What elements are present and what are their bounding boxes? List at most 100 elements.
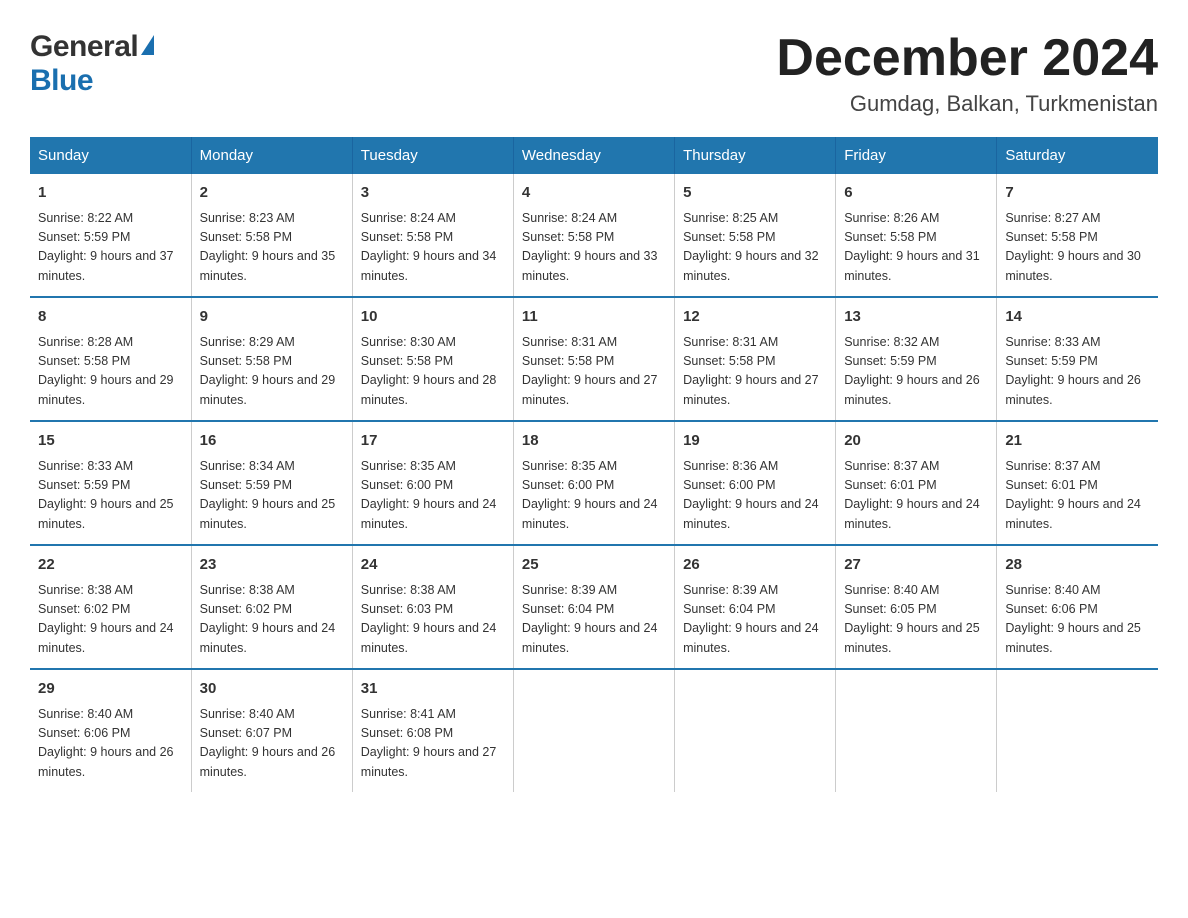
day-number: 3 xyxy=(361,182,505,205)
calendar-day-cell: 1 Sunrise: 8:22 AMSunset: 5:59 PMDaylight… xyxy=(30,174,191,297)
calendar-day-cell: 8 Sunrise: 8:28 AMSunset: 5:58 PMDaylight… xyxy=(30,297,191,421)
logo-blue-text: Blue xyxy=(30,64,93,97)
calendar-day-cell: 14 Sunrise: 8:33 AMSunset: 5:59 PMDayligh… xyxy=(997,297,1158,421)
calendar-day-cell xyxy=(997,669,1158,792)
day-number: 6 xyxy=(844,182,988,205)
calendar-day-cell xyxy=(513,669,674,792)
calendar-day-cell: 4Sunrise: 8:24 AMSunset: 5:58 PMDaylight… xyxy=(513,174,674,297)
day-info: Sunrise: 8:41 AMSunset: 6:08 PMDaylight:… xyxy=(361,705,505,783)
day-info: Sunrise: 8:38 AMSunset: 6:02 PMDaylight:… xyxy=(38,581,183,659)
day-number: 1 xyxy=(38,182,183,205)
day-info: Sunrise: 8:34 AMSunset: 5:59 PMDaylight:… xyxy=(200,457,344,535)
calendar-week-row: 15 Sunrise: 8:33 AMSunset: 5:59 PMDayligh… xyxy=(30,421,1158,545)
day-number: 15 xyxy=(38,430,183,453)
day-info: Sunrise: 8:38 AMSunset: 6:03 PMDaylight:… xyxy=(361,581,505,659)
day-info: Sunrise: 8:31 AMSunset: 5:58 PMDaylight:… xyxy=(683,333,827,411)
day-number: 18 xyxy=(522,430,666,453)
calendar-day-cell: 9 Sunrise: 8:29 AMSunset: 5:58 PMDaylight… xyxy=(191,297,352,421)
calendar-day-cell: 13 Sunrise: 8:32 AMSunset: 5:59 PMDayligh… xyxy=(836,297,997,421)
day-info: Sunrise: 8:27 AMSunset: 5:58 PMDaylight:… xyxy=(1005,209,1150,287)
day-number: 22 xyxy=(38,554,183,577)
day-number: 10 xyxy=(361,306,505,329)
day-info: Sunrise: 8:29 AMSunset: 5:58 PMDaylight:… xyxy=(200,333,344,411)
day-number: 9 xyxy=(200,306,344,329)
calendar-day-cell: 29 Sunrise: 8:40 AMSunset: 6:06 PMDayligh… xyxy=(30,669,191,792)
day-number: 30 xyxy=(200,678,344,701)
day-number: 24 xyxy=(361,554,505,577)
day-info: Sunrise: 8:37 AMSunset: 6:01 PMDaylight:… xyxy=(844,457,988,535)
calendar-day-cell: 23Sunrise: 8:38 AMSunset: 6:02 PMDayligh… xyxy=(191,545,352,669)
calendar-day-cell: 18 Sunrise: 8:35 AMSunset: 6:00 PMDayligh… xyxy=(513,421,674,545)
calendar-day-cell: 15 Sunrise: 8:33 AMSunset: 5:59 PMDayligh… xyxy=(30,421,191,545)
calendar-day-cell: 12 Sunrise: 8:31 AMSunset: 5:58 PMDayligh… xyxy=(675,297,836,421)
day-number: 8 xyxy=(38,306,183,329)
day-number: 26 xyxy=(683,554,827,577)
day-info: Sunrise: 8:33 AMSunset: 5:59 PMDaylight:… xyxy=(38,457,183,535)
calendar-day-cell: 25 Sunrise: 8:39 AMSunset: 6:04 PMDayligh… xyxy=(513,545,674,669)
day-of-week-header: Saturday xyxy=(997,137,1158,174)
calendar-week-row: 8 Sunrise: 8:28 AMSunset: 5:58 PMDaylight… xyxy=(30,297,1158,421)
day-info: Sunrise: 8:22 AMSunset: 5:59 PMDaylight:… xyxy=(38,209,183,287)
calendar-day-cell: 20 Sunrise: 8:37 AMSunset: 6:01 PMDayligh… xyxy=(836,421,997,545)
calendar-week-row: 22 Sunrise: 8:38 AMSunset: 6:02 PMDayligh… xyxy=(30,545,1158,669)
calendar-day-cell xyxy=(836,669,997,792)
day-number: 5 xyxy=(683,182,827,205)
calendar-week-row: 29 Sunrise: 8:40 AMSunset: 6:06 PMDayligh… xyxy=(30,669,1158,792)
day-of-week-header: Thursday xyxy=(675,137,836,174)
calendar-header-row: SundayMondayTuesdayWednesdayThursdayFrid… xyxy=(30,137,1158,174)
day-of-week-header: Friday xyxy=(836,137,997,174)
day-info: Sunrise: 8:30 AMSunset: 5:58 PMDaylight:… xyxy=(361,333,505,411)
day-info: Sunrise: 8:36 AMSunset: 6:00 PMDaylight:… xyxy=(683,457,827,535)
day-number: 31 xyxy=(361,678,505,701)
calendar-day-cell: 22 Sunrise: 8:38 AMSunset: 6:02 PMDayligh… xyxy=(30,545,191,669)
day-number: 14 xyxy=(1005,306,1150,329)
day-number: 13 xyxy=(844,306,988,329)
logo-triangle-icon xyxy=(141,35,154,55)
calendar-table: SundayMondayTuesdayWednesdayThursdayFrid… xyxy=(30,137,1158,792)
calendar-day-cell: 28 Sunrise: 8:40 AMSunset: 6:06 PMDayligh… xyxy=(997,545,1158,669)
calendar-day-cell: 26 Sunrise: 8:39 AMSunset: 6:04 PMDayligh… xyxy=(675,545,836,669)
day-info: Sunrise: 8:31 AMSunset: 5:58 PMDaylight:… xyxy=(522,333,666,411)
day-info: Sunrise: 8:28 AMSunset: 5:58 PMDaylight:… xyxy=(38,333,183,411)
day-number: 17 xyxy=(361,430,505,453)
day-number: 28 xyxy=(1005,554,1150,577)
day-info: Sunrise: 8:25 AMSunset: 5:58 PMDaylight:… xyxy=(683,209,827,287)
day-number: 12 xyxy=(683,306,827,329)
logo-general-text: General xyxy=(30,30,138,64)
day-info: Sunrise: 8:38 AMSunset: 6:02 PMDaylight:… xyxy=(200,581,344,659)
day-number: 29 xyxy=(38,678,183,701)
calendar-day-cell: 10 Sunrise: 8:30 AMSunset: 5:58 PMDayligh… xyxy=(352,297,513,421)
day-number: 19 xyxy=(683,430,827,453)
day-info: Sunrise: 8:40 AMSunset: 6:05 PMDaylight:… xyxy=(844,581,988,659)
day-number: 27 xyxy=(844,554,988,577)
day-info: Sunrise: 8:35 AMSunset: 6:00 PMDaylight:… xyxy=(522,457,666,535)
day-info: Sunrise: 8:32 AMSunset: 5:59 PMDaylight:… xyxy=(844,333,988,411)
calendar-day-cell: 17 Sunrise: 8:35 AMSunset: 6:00 PMDayligh… xyxy=(352,421,513,545)
day-number: 21 xyxy=(1005,430,1150,453)
location-subtitle: Gumdag, Balkan, Turkmenistan xyxy=(776,91,1158,117)
day-info: Sunrise: 8:35 AMSunset: 6:00 PMDaylight:… xyxy=(361,457,505,535)
calendar-day-cell: 24 Sunrise: 8:38 AMSunset: 6:03 PMDayligh… xyxy=(352,545,513,669)
day-number: 16 xyxy=(200,430,344,453)
calendar-day-cell: 21Sunrise: 8:37 AMSunset: 6:01 PMDayligh… xyxy=(997,421,1158,545)
day-info: Sunrise: 8:40 AMSunset: 6:07 PMDaylight:… xyxy=(200,705,344,783)
day-info: Sunrise: 8:40 AMSunset: 6:06 PMDaylight:… xyxy=(1005,581,1150,659)
day-info: Sunrise: 8:40 AMSunset: 6:06 PMDaylight:… xyxy=(38,705,183,783)
day-number: 7 xyxy=(1005,182,1150,205)
calendar-day-cell: 7 Sunrise: 8:27 AMSunset: 5:58 PMDaylight… xyxy=(997,174,1158,297)
logo: General Blue xyxy=(30,30,154,98)
calendar-day-cell: 5 Sunrise: 8:25 AMSunset: 5:58 PMDaylight… xyxy=(675,174,836,297)
day-number: 2 xyxy=(200,182,344,205)
day-info: Sunrise: 8:33 AMSunset: 5:59 PMDaylight:… xyxy=(1005,333,1150,411)
calendar-day-cell xyxy=(675,669,836,792)
page-header: General Blue December 2024 Gumdag, Balka… xyxy=(30,30,1158,117)
day-info: Sunrise: 8:24 AMSunset: 5:58 PMDaylight:… xyxy=(522,209,666,287)
day-info: Sunrise: 8:39 AMSunset: 6:04 PMDaylight:… xyxy=(683,581,827,659)
day-of-week-header: Tuesday xyxy=(352,137,513,174)
day-number: 20 xyxy=(844,430,988,453)
day-of-week-header: Monday xyxy=(191,137,352,174)
day-info: Sunrise: 8:23 AMSunset: 5:58 PMDaylight:… xyxy=(200,209,344,287)
day-number: 25 xyxy=(522,554,666,577)
calendar-day-cell: 6Sunrise: 8:26 AMSunset: 5:58 PMDaylight… xyxy=(836,174,997,297)
day-info: Sunrise: 8:39 AMSunset: 6:04 PMDaylight:… xyxy=(522,581,666,659)
